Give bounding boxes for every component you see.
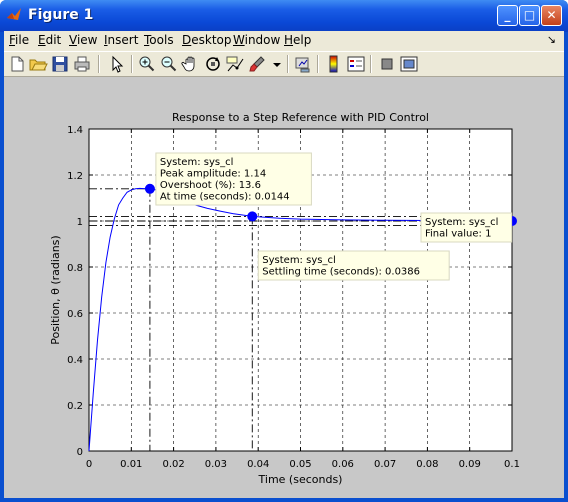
y-tick-label: 0.6 bbox=[67, 309, 83, 320]
menu-file[interactable]: File bbox=[9, 33, 29, 47]
y-tick-label: 0 bbox=[77, 447, 83, 458]
menu-bar: File Edit View Insert Tools Desktop Wind… bbox=[4, 31, 564, 51]
close-button[interactable]: ✕ bbox=[541, 5, 562, 26]
toolbar-separator bbox=[370, 55, 372, 73]
zoom-out-icon[interactable] bbox=[159, 54, 179, 74]
y-tick-label: 0.8 bbox=[67, 263, 83, 274]
datatip-line: System: sys_cl bbox=[262, 255, 335, 266]
colorbar-icon[interactable] bbox=[324, 54, 344, 74]
chart-title: Response to a Step Reference with PID Co… bbox=[172, 111, 429, 124]
datatip-line: System: sys_cl bbox=[425, 217, 498, 228]
x-tick-label: 0.02 bbox=[162, 459, 184, 470]
new-figure-icon[interactable] bbox=[7, 54, 27, 74]
step-response-chart[interactable]: 0 0.01 0.02 0.03 0.04 0.05 0.06 0.07 0.08 0.09 0.1… bbox=[4, 77, 564, 498]
x-tick-label: 0.04 bbox=[247, 459, 269, 470]
open-file-icon[interactable] bbox=[28, 54, 48, 74]
legend-icon[interactable] bbox=[346, 54, 366, 74]
minimize-button[interactable]: _ bbox=[497, 5, 518, 26]
show-plot-tools-icon[interactable] bbox=[399, 54, 419, 74]
x-tick-label: 0.09 bbox=[459, 459, 481, 470]
menu-view[interactable]: View bbox=[69, 33, 97, 47]
settling-datatip[interactable]: System: sys_clSettling time (seconds): 0… bbox=[257, 250, 450, 281]
y-tick-label: 1 bbox=[77, 217, 83, 228]
toolbar-separator bbox=[317, 55, 319, 73]
toolbar-separator bbox=[98, 55, 100, 73]
y-axis-label: Position, θ (radians) bbox=[49, 235, 62, 344]
figure-toolbar bbox=[4, 51, 564, 77]
toolbar-separator bbox=[287, 55, 289, 73]
brush-icon[interactable] bbox=[247, 54, 267, 74]
x-tick-label: 0.1 bbox=[504, 459, 520, 470]
x-tick-label: 0 bbox=[86, 459, 92, 470]
datatip-line: Final value: 1 bbox=[425, 229, 491, 240]
title-bar[interactable]: Figure 1 _ □ ✕ bbox=[0, 0, 568, 32]
save-icon[interactable] bbox=[50, 54, 70, 74]
rotate-3d-icon[interactable] bbox=[203, 54, 223, 74]
menu-insert[interactable]: Insert bbox=[104, 33, 138, 47]
menu-desktop[interactable]: Desktop bbox=[182, 33, 232, 47]
menu-edit[interactable]: Edit bbox=[38, 33, 61, 47]
x-tick-label: 0.07 bbox=[374, 459, 396, 470]
hide-plot-tools-icon[interactable] bbox=[377, 54, 397, 74]
peak-datatip[interactable]: System: sys_clPeak amplitude: 1.14Oversh… bbox=[155, 152, 312, 206]
figure-canvas: 0 0.01 0.02 0.03 0.04 0.05 0.06 0.07 0.08 0.09 0.1… bbox=[4, 77, 564, 498]
x-axis-label: Time (seconds) bbox=[258, 473, 343, 486]
data-cursor-icon[interactable] bbox=[225, 54, 245, 74]
menu-tools[interactable]: Tools bbox=[144, 33, 174, 47]
settling-marker[interactable] bbox=[247, 211, 258, 222]
window-client: File Edit View Insert Tools Desktop Wind… bbox=[4, 31, 564, 498]
datatip-line: System: sys_cl bbox=[160, 157, 233, 168]
maximize-button[interactable]: □ bbox=[519, 5, 540, 26]
menu-window[interactable]: Window bbox=[233, 33, 280, 47]
menu-help[interactable]: Help bbox=[284, 33, 311, 47]
y-tick-label: 0.4 bbox=[67, 355, 83, 366]
toolbar-separator bbox=[131, 55, 133, 73]
dock-arrow-icon[interactable]: ↘ bbox=[547, 33, 556, 46]
x-tick-label: 0.05 bbox=[289, 459, 311, 470]
zoom-in-icon[interactable] bbox=[137, 54, 157, 74]
datatip-line: Peak amplitude: 1.14 bbox=[160, 169, 266, 180]
print-icon[interactable] bbox=[72, 54, 92, 74]
y-tick-label: 1.2 bbox=[67, 171, 83, 182]
x-tick-label: 0.03 bbox=[205, 459, 227, 470]
pan-hand-icon[interactable] bbox=[181, 54, 201, 74]
final-value-datatip[interactable]: System: sys_clFinal value: 1 bbox=[420, 212, 513, 243]
datatip-line: At time (seconds): 0.0144 bbox=[160, 192, 290, 203]
window-title: Figure 1 bbox=[28, 7, 94, 23]
brush-dropdown-icon[interactable] bbox=[267, 54, 287, 74]
y-tick-label: 0.2 bbox=[67, 401, 83, 412]
link-plot-icon[interactable] bbox=[293, 54, 313, 74]
x-tick-label: 0.06 bbox=[332, 459, 354, 470]
x-tick-label: 0.08 bbox=[416, 459, 438, 470]
edit-plot-arrow-icon[interactable] bbox=[107, 54, 127, 74]
y-tick-label: 1.4 bbox=[67, 125, 83, 136]
peak-marker[interactable] bbox=[144, 183, 155, 194]
x-tick-label: 0.01 bbox=[120, 459, 142, 470]
datatip-line: Settling time (seconds): 0.0386 bbox=[262, 267, 420, 278]
figure-window: Figure 1 _ □ ✕ File Edit View Insert Too… bbox=[0, 0, 568, 502]
datatip-line: Overshoot (%): 13.6 bbox=[160, 180, 261, 191]
matlab-logo-icon bbox=[7, 8, 21, 20]
